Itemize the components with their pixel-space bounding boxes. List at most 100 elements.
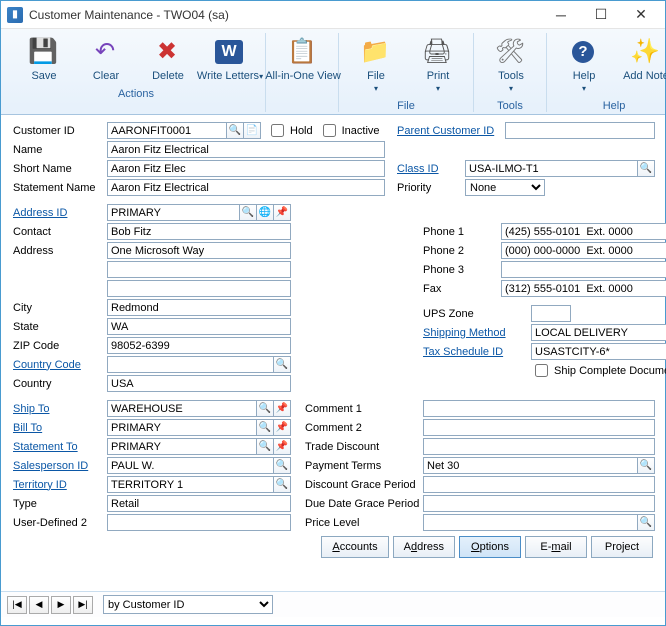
phone3-input[interactable] bbox=[501, 261, 666, 278]
minimize-button[interactable]: ─ bbox=[541, 1, 581, 29]
short-name-input[interactable] bbox=[107, 160, 385, 177]
priority-select[interactable]: None bbox=[465, 179, 545, 196]
bill-to-lookup-icon[interactable] bbox=[256, 419, 274, 436]
type-input[interactable] bbox=[107, 495, 291, 512]
country-input[interactable] bbox=[107, 375, 291, 392]
nav-first-button[interactable]: |◀ bbox=[7, 596, 27, 614]
address-button[interactable]: Address bbox=[393, 536, 455, 558]
zip-input[interactable] bbox=[107, 337, 291, 354]
payment-terms-input[interactable] bbox=[423, 457, 638, 474]
customer-id-label: Customer ID bbox=[11, 125, 107, 137]
parent-customer-id-label[interactable]: Parent Customer ID bbox=[395, 125, 505, 137]
undo-arrow-icon: ↶ bbox=[89, 36, 121, 68]
address2-input[interactable] bbox=[107, 261, 291, 278]
tax-schedule-input[interactable] bbox=[531, 343, 666, 360]
statement-to-map-icon[interactable] bbox=[273, 438, 291, 455]
sort-by-select[interactable]: by Customer ID bbox=[103, 595, 273, 614]
name-input[interactable] bbox=[107, 141, 385, 158]
shipping-method-label[interactable]: Shipping Method bbox=[421, 327, 531, 339]
statement-name-input[interactable] bbox=[107, 179, 385, 196]
salesperson-lookup-icon[interactable] bbox=[273, 457, 291, 474]
trade-discount-input[interactable] bbox=[423, 438, 655, 455]
address-id-label[interactable]: Address ID bbox=[11, 207, 107, 219]
class-id-label[interactable]: Class ID bbox=[395, 163, 465, 175]
accounts-button[interactable]: Accounts bbox=[321, 536, 388, 558]
ship-to-map-icon[interactable] bbox=[273, 400, 291, 417]
ups-zone-input[interactable] bbox=[531, 305, 571, 322]
price-level-input[interactable] bbox=[423, 514, 638, 531]
price-level-label[interactable]: Price Level bbox=[303, 517, 423, 529]
state-input[interactable] bbox=[107, 318, 291, 335]
address-id-lookup-icon[interactable] bbox=[239, 204, 257, 221]
ship-to-label[interactable]: Ship To bbox=[11, 403, 107, 415]
nav-last-button[interactable]: ▶| bbox=[73, 596, 93, 614]
territory-lookup-icon[interactable] bbox=[273, 476, 291, 493]
nav-next-button[interactable]: ▶ bbox=[51, 596, 71, 614]
territory-label[interactable]: Territory ID bbox=[11, 479, 107, 491]
add-note-button[interactable]: ✨ Add Note bbox=[615, 33, 666, 98]
ship-to-input[interactable] bbox=[107, 400, 257, 417]
all-in-one-view-button[interactable]: 📋 All-in-One View bbox=[272, 33, 332, 85]
inactive-checkbox[interactable]: Inactive bbox=[319, 121, 380, 140]
due-date-grace-input[interactable] bbox=[423, 495, 655, 512]
comment2-input[interactable] bbox=[423, 419, 655, 436]
address1-input[interactable] bbox=[107, 242, 291, 259]
priority-label: Priority bbox=[395, 182, 465, 194]
class-id-input[interactable] bbox=[465, 160, 638, 177]
city-input[interactable] bbox=[107, 299, 291, 316]
country-code-label[interactable]: Country Code bbox=[11, 359, 107, 371]
address-id-map-icon[interactable] bbox=[273, 204, 291, 221]
payment-terms-lookup-icon[interactable] bbox=[637, 457, 655, 474]
bill-to-label[interactable]: Bill To bbox=[11, 422, 107, 434]
help-button[interactable]: ? Help▾ bbox=[553, 33, 613, 98]
shipping-method-input[interactable] bbox=[531, 324, 666, 341]
statement-to-lookup-icon[interactable] bbox=[256, 438, 274, 455]
contact-input[interactable] bbox=[107, 223, 291, 240]
customer-id-lookup-icon[interactable] bbox=[226, 122, 244, 139]
fax-input[interactable] bbox=[501, 280, 666, 297]
price-level-lookup-icon[interactable] bbox=[637, 514, 655, 531]
territory-input[interactable] bbox=[107, 476, 274, 493]
class-id-lookup-icon[interactable] bbox=[637, 160, 655, 177]
project-button[interactable]: Project bbox=[591, 536, 653, 558]
save-icon: 💾 bbox=[27, 36, 59, 68]
payment-terms-label[interactable]: Payment Terms bbox=[303, 460, 423, 472]
hold-checkbox[interactable]: Hold bbox=[267, 121, 313, 140]
ribbon-group-help: ? Help▾ ✨ Add Note Help bbox=[547, 33, 666, 112]
address3-input[interactable] bbox=[107, 280, 291, 297]
type-label: Type bbox=[11, 498, 107, 510]
salesperson-input[interactable] bbox=[107, 457, 274, 474]
statement-to-input[interactable] bbox=[107, 438, 257, 455]
statement-to-label[interactable]: Statement To bbox=[11, 441, 107, 453]
ship-to-lookup-icon[interactable] bbox=[256, 400, 274, 417]
address-id-internet-icon[interactable] bbox=[256, 204, 274, 221]
bill-to-map-icon[interactable] bbox=[273, 419, 291, 436]
close-button[interactable]: ✕ bbox=[621, 1, 661, 29]
fax-label: Fax bbox=[421, 283, 501, 295]
salesperson-label[interactable]: Salesperson ID bbox=[11, 460, 107, 472]
address-id-input[interactable] bbox=[107, 204, 240, 221]
short-name-label: Short Name bbox=[11, 163, 107, 175]
write-letters-button[interactable]: W Write Letters▾ bbox=[199, 33, 259, 86]
userdef2-input[interactable] bbox=[107, 514, 291, 531]
country-code-lookup-icon[interactable] bbox=[273, 356, 291, 373]
tax-schedule-label[interactable]: Tax Schedule ID bbox=[421, 346, 531, 358]
customer-id-input[interactable] bbox=[107, 122, 227, 139]
country-code-input[interactable] bbox=[107, 356, 274, 373]
nav-prev-button[interactable]: ◀ bbox=[29, 596, 49, 614]
bill-to-input[interactable] bbox=[107, 419, 257, 436]
customer-id-note-icon[interactable] bbox=[243, 122, 261, 139]
comment1-input[interactable] bbox=[423, 400, 655, 417]
ship-complete-checkbox[interactable]: Ship Complete Documents bbox=[531, 361, 666, 380]
phone1-input[interactable] bbox=[501, 223, 666, 240]
options-button[interactable]: Options bbox=[459, 536, 521, 558]
discount-grace-input[interactable] bbox=[423, 476, 655, 493]
maximize-button[interactable]: ☐ bbox=[581, 1, 621, 29]
email-button[interactable]: E-mail bbox=[525, 536, 587, 558]
userdef2-label: User-Defined 2 bbox=[11, 517, 107, 529]
print-button[interactable]: 🖨 Print▾ bbox=[407, 33, 467, 98]
tools-button[interactable]: 🛠 Tools▾ bbox=[480, 33, 540, 98]
parent-customer-id-input[interactable] bbox=[505, 122, 655, 139]
phone2-input[interactable] bbox=[501, 242, 666, 259]
title-bar: ▮ Customer Maintenance - TWO04 (sa) ─ ☐ … bbox=[1, 1, 665, 29]
